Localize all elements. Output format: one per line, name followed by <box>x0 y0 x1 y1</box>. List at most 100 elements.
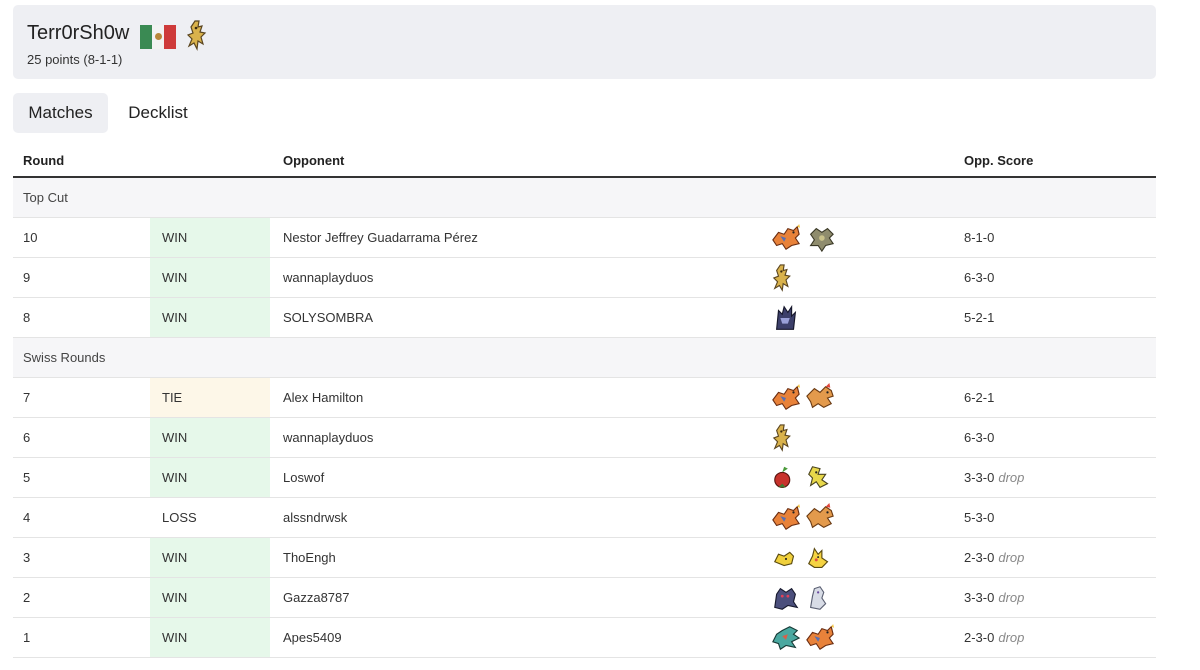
result-text: WIN <box>162 310 188 325</box>
opp-score: 5-3-0 <box>964 510 994 525</box>
player-name: Terr0rSh0w <box>27 22 130 44</box>
deck-icons[interactable] <box>770 543 910 573</box>
dragon-pokemon-icon <box>772 626 801 651</box>
opponent-name[interactable]: ThoEngh <box>283 550 336 565</box>
player-header: Terr0rSh0w 25 points (8-1-1) <box>13 5 1156 79</box>
result-cell: WIN <box>150 538 270 577</box>
charizard-icon <box>772 383 801 411</box>
opp-score: 2-3-0 drop <box>964 550 1024 565</box>
opp-score: 3-3-0 drop <box>964 470 1024 485</box>
tab-decklist[interactable]: Decklist <box>113 93 203 133</box>
opponent-name[interactable]: alssndrwsk <box>283 510 347 525</box>
apple-pokemon-icon <box>774 466 791 488</box>
result-text: LOSS <box>162 510 197 525</box>
opp-score: 8-1-0 <box>964 230 994 245</box>
dark-armor-icon <box>776 304 797 330</box>
result-text: TIE <box>162 390 183 405</box>
pale-pokemon-icon <box>809 586 827 610</box>
opponent-name[interactable]: Nestor Jeffrey Guadarrama Pérez <box>283 230 478 245</box>
opponent-name[interactable]: SOLYSOMBRA <box>283 310 373 325</box>
result-cell: WIN <box>150 298 270 337</box>
result-text: WIN <box>162 230 188 245</box>
result-text: WIN <box>162 590 188 605</box>
drop-label: drop <box>998 630 1025 645</box>
drop-label: drop <box>998 590 1025 605</box>
round-number: 5 <box>23 470 31 485</box>
gear-pokemon-icon <box>809 227 835 253</box>
opponent-name[interactable]: wannaplayduos <box>283 270 373 285</box>
table-row[interactable]: 10 WIN Nestor Jeffrey Guadarrama Pérez 8-1-… <box>13 218 1156 258</box>
opp-score-value: 5-3-0 <box>964 510 995 525</box>
deck-icons[interactable] <box>770 503 910 533</box>
table-row[interactable]: 8 WIN SOLYSOMBRA 5-2-1 <box>13 298 1156 338</box>
deck-icons[interactable] <box>770 223 910 253</box>
result-cell: WIN <box>150 418 270 457</box>
result-cell: LOSS <box>150 498 270 537</box>
section-label: Swiss Rounds <box>23 350 106 365</box>
pidgeot-icon <box>806 503 834 529</box>
round-number: 9 <box>23 270 31 285</box>
round-number: 8 <box>23 310 31 325</box>
table-row[interactable]: 3 WIN ThoEngh 2-3-0 drop <box>13 538 1156 578</box>
round-number: 10 <box>23 230 38 245</box>
opp-score: 5-2-1 <box>964 310 994 325</box>
table-row[interactable]: 6 WIN wannaplayduos 6-3-0 <box>13 418 1156 458</box>
result-cell: WIN <box>150 218 270 257</box>
opp-score-value: 3-3-0 <box>964 470 995 485</box>
result-text: WIN <box>162 630 188 645</box>
result-text: WIN <box>162 430 188 445</box>
table-header: Round Opponent Opp. Score <box>13 147 1156 178</box>
deck-icons[interactable] <box>770 383 910 413</box>
deck-icons[interactable] <box>770 583 910 613</box>
ghost-pokemon-icon <box>774 587 799 610</box>
opponent-name[interactable]: Apes5409 <box>283 630 342 645</box>
header-opp-score: Opp. Score <box>964 153 1034 168</box>
result-cell: WIN <box>150 458 270 497</box>
header-round: Round <box>23 153 65 168</box>
table-row[interactable]: 1 WIN Apes5409 2-3-0 drop <box>13 618 1156 658</box>
opp-score: 3-3-0 drop <box>964 590 1024 605</box>
result-cell: WIN <box>150 578 270 617</box>
round-number: 4 <box>23 510 31 525</box>
opponent-name[interactable]: Loswof <box>283 470 324 485</box>
result-text: WIN <box>162 270 188 285</box>
drop-label: drop <box>998 550 1025 565</box>
table-row[interactable]: 9 WIN wannaplayduos 6-3-0 <box>13 258 1156 298</box>
opp-score-value: 2-3-0 <box>964 630 995 645</box>
deck-icons[interactable] <box>770 263 910 293</box>
sandy-shocks-icon <box>186 20 207 52</box>
pidgeot-icon <box>806 383 834 409</box>
opp-score-value: 6-2-1 <box>964 390 995 405</box>
section-label: Top Cut <box>23 190 68 205</box>
table-row[interactable]: 2 WIN Gazza8787 3-3-0 drop <box>13 578 1156 618</box>
result-text: WIN <box>162 550 188 565</box>
deck-icons[interactable] <box>770 423 910 453</box>
result-cell: WIN <box>150 258 270 297</box>
deck-icons[interactable] <box>770 463 910 493</box>
section-row: Swiss Rounds <box>13 338 1156 378</box>
opp-score: 6-3-0 <box>964 430 994 445</box>
opponent-name[interactable]: Alex Hamilton <box>283 390 363 405</box>
round-number: 1 <box>23 630 31 645</box>
deck-icons[interactable] <box>770 303 910 333</box>
opp-score-value: 6-3-0 <box>964 430 995 445</box>
opponent-name[interactable]: Gazza8787 <box>283 590 350 605</box>
table-row[interactable]: 7 TIE Alex Hamilton 6-2-1 <box>13 378 1156 418</box>
tab-matches[interactable]: Matches <box>13 93 108 133</box>
mexico-flag-icon <box>140 25 176 49</box>
table-row[interactable]: 4 LOSS alssndrwsk 5-3-0 <box>13 498 1156 538</box>
table-row[interactable]: 5 WIN Loswof 3-3-0 drop <box>13 458 1156 498</box>
opp-score-value: 6-3-0 <box>964 270 995 285</box>
deck-icons[interactable] <box>770 623 910 653</box>
opponent-name[interactable]: wannaplayduos <box>283 430 373 445</box>
charizard-icon <box>772 503 801 531</box>
round-number: 7 <box>23 390 31 405</box>
drop-label: drop <box>998 470 1025 485</box>
round-number: 3 <box>23 550 31 565</box>
pikachu-icon <box>808 547 829 568</box>
result-cell: TIE <box>150 378 270 417</box>
opp-score: 6-3-0 <box>964 270 994 285</box>
electric-pokemon-icon <box>808 466 829 489</box>
charizard-icon <box>806 623 835 651</box>
opp-score-value: 5-2-1 <box>964 310 995 325</box>
